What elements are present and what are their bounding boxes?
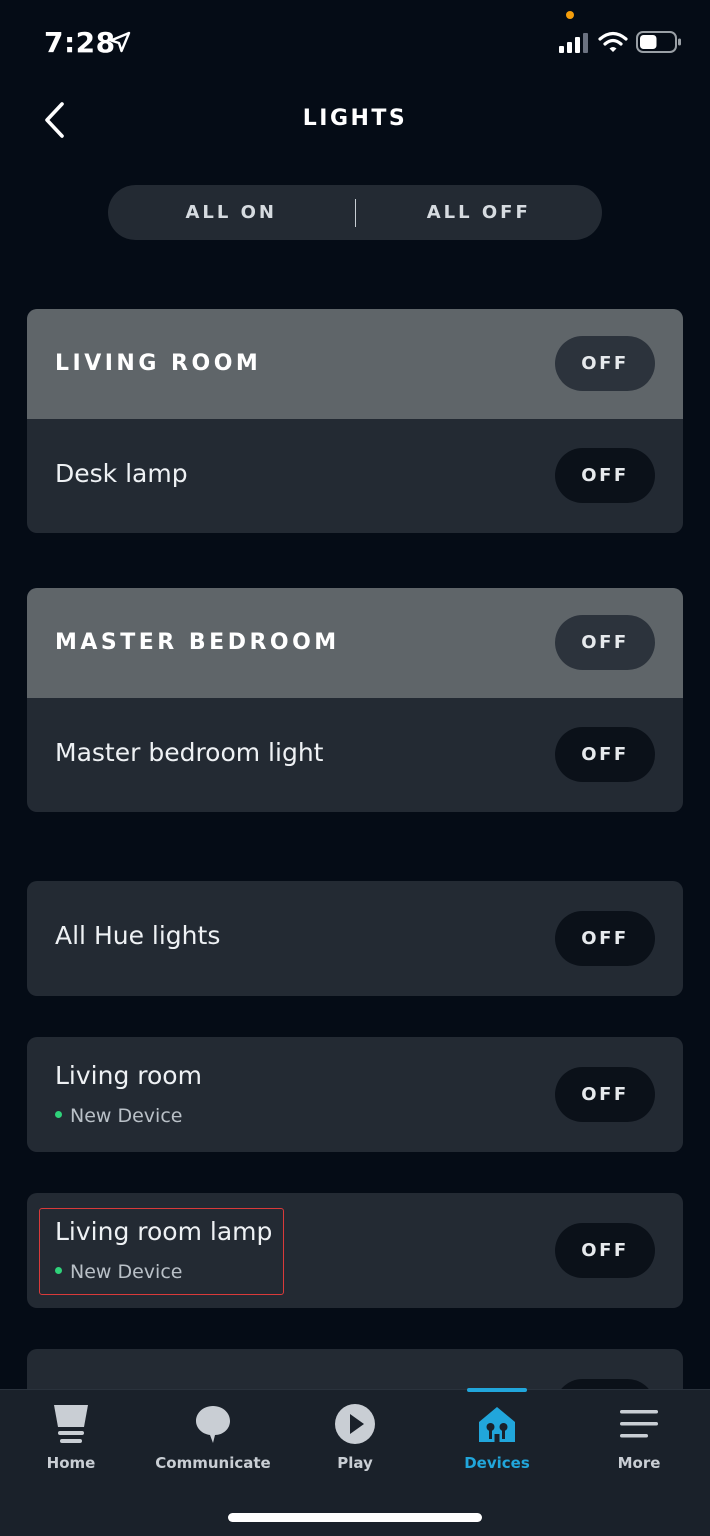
nav-play[interactable]: Play (284, 1390, 426, 1500)
home-icon (54, 1405, 88, 1443)
group-power-toggle[interactable]: OFF (555, 615, 655, 670)
new-device-badge: New Device (55, 1105, 182, 1127)
nav-label: Play (337, 1454, 373, 1472)
status-time: 7:28 (44, 26, 116, 59)
group-card-master-bedroom: MASTER BEDROOM OFF Master bedroom light … (27, 588, 683, 812)
group-power-toggle[interactable]: OFF (555, 336, 655, 391)
privacy-indicator-dot (566, 11, 574, 19)
nav-communicate[interactable]: Communicate (142, 1390, 284, 1500)
group-header[interactable]: MASTER BEDROOM OFF (27, 588, 683, 698)
device-name: Living room (55, 1061, 202, 1090)
battery-icon (636, 31, 681, 53)
all-on-button[interactable]: ALL ON (108, 185, 355, 240)
nav-label: Communicate (155, 1454, 271, 1472)
location-arrow-icon (109, 31, 131, 53)
nav-label: More (617, 1454, 661, 1472)
active-tab-indicator (467, 1388, 527, 1392)
devices-house-icon (479, 1407, 515, 1442)
home-indicator (228, 1513, 482, 1522)
all-off-button[interactable]: ALL OFF (356, 185, 603, 240)
page-title: LIGHTS (302, 106, 408, 131)
device-name: Desk lamp (55, 459, 188, 488)
device-name: Master bedroom light (55, 738, 324, 767)
play-icon (335, 1404, 375, 1444)
chat-bubble-icon (196, 1406, 230, 1443)
device-power-toggle[interactable]: OFF (555, 727, 655, 782)
group-title: MASTER BEDROOM (55, 630, 340, 655)
nav-more[interactable]: More (568, 1390, 710, 1500)
cellular-signal-icon (559, 33, 588, 53)
group-title: LIVING ROOM (55, 351, 262, 376)
device-power-toggle[interactable]: OFF (555, 911, 655, 966)
nav-label: Home (46, 1454, 96, 1472)
all-lights-toggle: ALL ON ALL OFF (108, 185, 602, 240)
device-power-toggle[interactable]: OFF (555, 1223, 655, 1278)
device-power-toggle[interactable]: OFF (555, 1067, 655, 1122)
group-card-living-room: LIVING ROOM OFF Desk lamp OFF (27, 309, 683, 533)
device-row[interactable]: Desk lamp OFF (27, 419, 683, 533)
nav-devices[interactable]: Devices (426, 1388, 568, 1500)
device-name: All Hue lights (55, 921, 221, 950)
new-device-label: New Device (70, 1105, 183, 1127)
device-card-living-room-lamp[interactable]: Living room lamp New Device OFF (27, 1193, 683, 1308)
new-device-label: New Device (70, 1261, 183, 1283)
nav-home[interactable]: Home (0, 1390, 142, 1500)
device-name: Living room lamp (55, 1217, 273, 1246)
nav-label: Devices (464, 1454, 530, 1472)
new-device-dot (55, 1267, 62, 1274)
new-device-dot (55, 1111, 62, 1118)
new-device-badge: New Device (55, 1261, 182, 1283)
device-card-all-hue-lights[interactable]: All Hue lights OFF (27, 881, 683, 996)
device-row[interactable]: Master bedroom light OFF (27, 698, 683, 812)
status-bar: 7:28 (0, 0, 710, 90)
group-header[interactable]: LIVING ROOM OFF (27, 309, 683, 419)
device-power-toggle[interactable]: OFF (555, 448, 655, 503)
menu-icon (620, 1410, 658, 1438)
wifi-icon (598, 31, 628, 52)
device-card-living-room[interactable]: Living room New Device OFF (27, 1037, 683, 1152)
